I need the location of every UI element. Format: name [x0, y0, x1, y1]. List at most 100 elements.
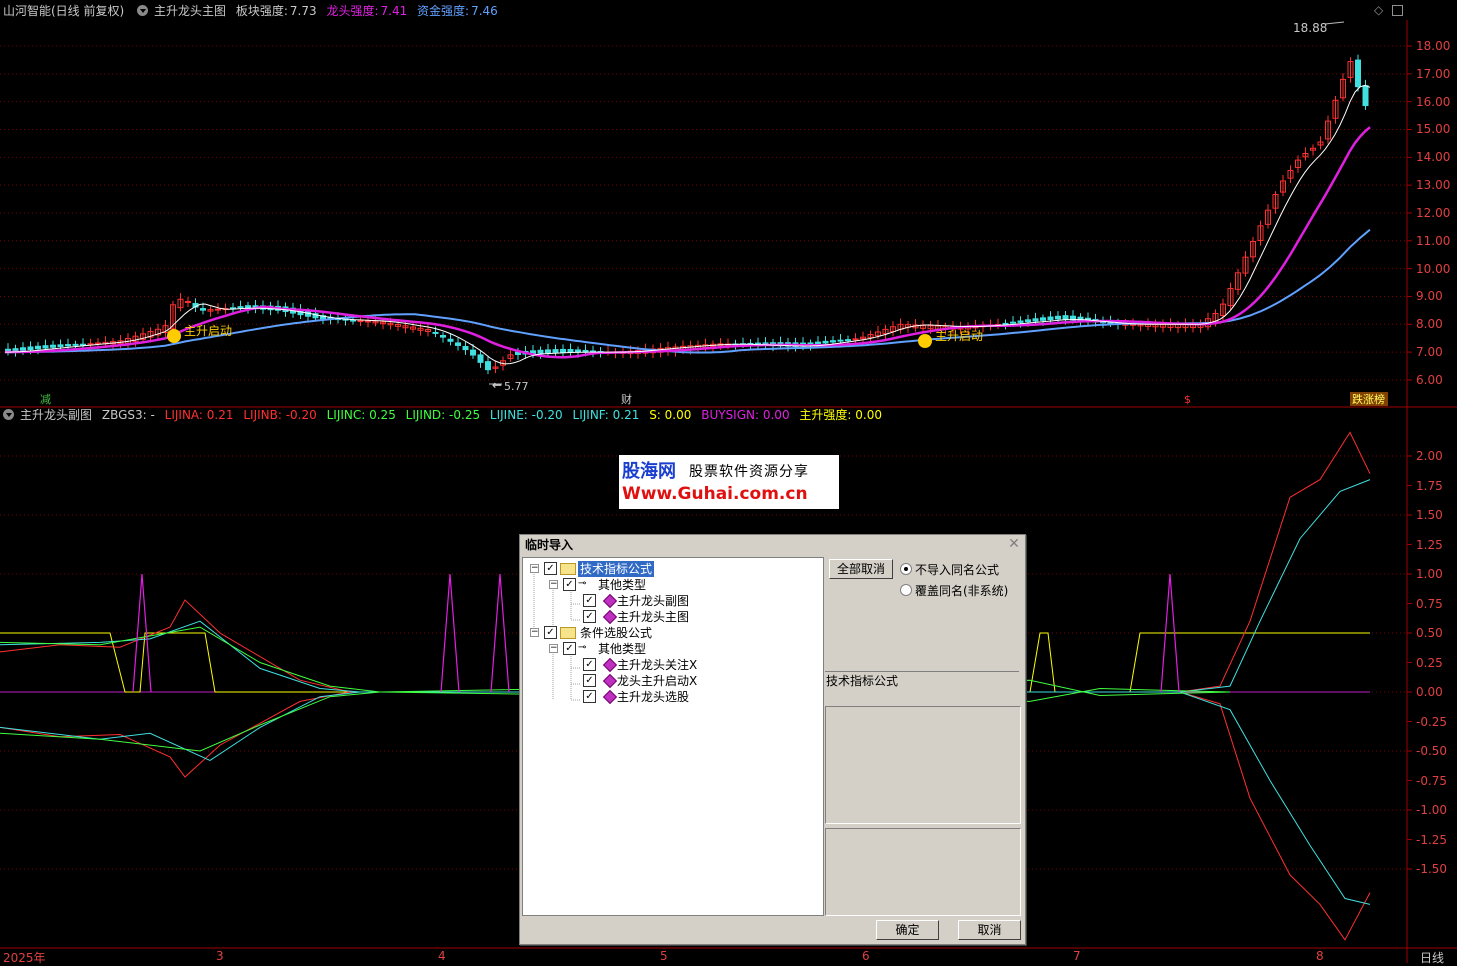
candle-body: [537, 349, 544, 354]
candle-body: [545, 349, 551, 354]
indicator-axis-label: -0.25: [1416, 714, 1448, 729]
indicator-axis-label: 1.00: [1416, 567, 1443, 581]
candle-body: [1032, 318, 1039, 322]
tree-root-select[interactable]: 条件选股公式: [580, 625, 652, 641]
dialog-title: 临时导入: [525, 538, 574, 552]
date-month-5: 5: [660, 949, 668, 963]
price-axis-label: 17.00: [1416, 66, 1451, 81]
tree-item[interactable]: 龙头主升启动X: [617, 673, 697, 689]
radio-overwrite-label[interactable]: 覆盖同名(非系统): [915, 582, 1008, 599]
indicator-axis-label: -1.50: [1416, 862, 1448, 876]
tree-root-tech[interactable]: 技术指标公式: [578, 561, 655, 577]
candle-body: [1010, 321, 1016, 324]
marker-mid[interactable]: 财: [621, 392, 632, 406]
price-axis-label: 18.00: [1416, 39, 1451, 53]
candle-body: [200, 308, 206, 311]
radio-skip-label[interactable]: 不导入同名公式: [915, 561, 999, 578]
checkbox[interactable]: ✓: [583, 690, 596, 703]
expand-toggle[interactable]: −: [549, 580, 558, 589]
ok-button[interactable]: 确定: [876, 920, 939, 940]
indicator-axis-label: 0.75: [1416, 596, 1443, 611]
candle-body: [57, 344, 64, 348]
expand-toggle[interactable]: −: [530, 564, 539, 573]
candle-body: [357, 320, 364, 323]
tree-sub-other-1[interactable]: 其他类型: [598, 577, 646, 593]
checkbox[interactable]: ✓: [544, 562, 557, 575]
candle-body: [837, 339, 844, 342]
date-month-6: 6: [862, 949, 870, 963]
ad-url: Www.Guhai.com.cn: [622, 484, 808, 504]
checkbox[interactable]: ✓: [583, 674, 596, 687]
zbgs-value: ZBGS3: -: [101, 408, 155, 422]
candle-body: [1062, 315, 1069, 320]
low-label: 5.77: [504, 380, 529, 393]
s-value: S: 0.00: [649, 408, 692, 422]
formula-tree[interactable]: − ✓ 技术指标公式 − ✓ ⊸ 其他类型 ✓ 主升龙头副图 ✓ 主升龙头主图 …: [522, 557, 824, 916]
price-axis-label: 10.00: [1416, 261, 1451, 276]
expand-toggle[interactable]: −: [549, 644, 558, 653]
tree-item[interactable]: 主升龙头副图: [617, 593, 689, 609]
candle-body: [12, 348, 19, 352]
price-axis-label: 7.00: [1416, 345, 1443, 360]
checkbox[interactable]: ✓: [563, 578, 576, 591]
marker-right[interactable]: $: [1184, 393, 1191, 406]
smiley-icon: [167, 329, 181, 343]
watermark-ad: 股海网 股票软件资源分享 Www.Guhai.com.cn: [619, 455, 839, 509]
candle-body: [237, 306, 244, 309]
price-axis-label: 11.00: [1416, 233, 1451, 248]
checkbox[interactable]: ✓: [583, 658, 596, 671]
radio-skip[interactable]: [900, 563, 912, 575]
candle-body: [215, 308, 221, 311]
candle-body: [455, 342, 461, 346]
candle-body: [72, 343, 79, 346]
cancel-all-button[interactable]: 全部取消: [829, 559, 893, 579]
candle-body: [1017, 320, 1024, 323]
marker-end[interactable]: 跌涨榜: [1352, 392, 1385, 406]
candle-body: [80, 343, 86, 346]
signal-label-2: 主升启动: [935, 329, 983, 343]
close-icon[interactable]: ✕: [1007, 537, 1021, 551]
candle-body: [1025, 319, 1031, 323]
candle-body: [350, 319, 356, 322]
candle-body: [560, 348, 566, 353]
import-dialog: 临时导入 ✕ − ✓ 技术指标公式 − ✓ ⊸ 其他类型 ✓ 主升龙头副图 ✓ …: [519, 534, 1026, 945]
candle-body: [485, 361, 491, 371]
candle-body: [20, 347, 26, 351]
lijinf-value: LIJINF: 0.21: [572, 408, 640, 422]
checkbox[interactable]: ✓: [583, 610, 596, 623]
lijine-value: LIJINE: -0.20: [489, 408, 563, 422]
candle-body: [477, 354, 484, 363]
tree-item[interactable]: 主升龙头关注X: [617, 657, 697, 673]
folder-icon: [560, 627, 576, 639]
sub-indicator-name[interactable]: 主升龙头副图: [20, 408, 92, 422]
candle-body: [1055, 315, 1061, 320]
candle-body: [1002, 322, 1009, 325]
date-month-4: 4: [438, 949, 446, 963]
sub-chart-header: 主升龙头副图 ZBGS3: - LIJINA: 0.21 LIJINB: -0.…: [0, 405, 888, 425]
candle-body: [845, 339, 851, 342]
candle-body: [27, 346, 34, 351]
period-label[interactable]: 日线: [1420, 949, 1444, 966]
tree-item[interactable]: 主升龙头选股: [617, 689, 689, 705]
smiley-icon: [918, 334, 932, 348]
tree-sub-other-2[interactable]: 其他类型: [598, 641, 646, 657]
date-year: 2025年: [3, 951, 46, 965]
info-label: 技术指标公式: [826, 674, 899, 688]
indicator-dropdown-icon[interactable]: [3, 409, 14, 420]
radio-overwrite[interactable]: [900, 584, 912, 596]
cancel-button[interactable]: 取消: [958, 920, 1021, 940]
candle-body: [830, 340, 836, 343]
info-panel-1: [825, 706, 1021, 824]
candle-body: [432, 331, 439, 334]
checkbox[interactable]: ✓: [544, 626, 557, 639]
candle-body: [447, 338, 454, 342]
expand-toggle[interactable]: −: [530, 628, 539, 637]
tree-item[interactable]: 主升龙头主图: [617, 609, 689, 625]
buysign-value: BUYSIGN: 0.00: [701, 408, 790, 422]
checkbox[interactable]: ✓: [583, 594, 596, 607]
candle-body: [567, 349, 574, 353]
checkbox[interactable]: ✓: [563, 642, 576, 655]
folder-icon: [560, 563, 576, 575]
dialog-title-bar[interactable]: 临时导入: [520, 535, 1025, 555]
lijina-value: LIJINA: 0.21: [164, 408, 234, 422]
